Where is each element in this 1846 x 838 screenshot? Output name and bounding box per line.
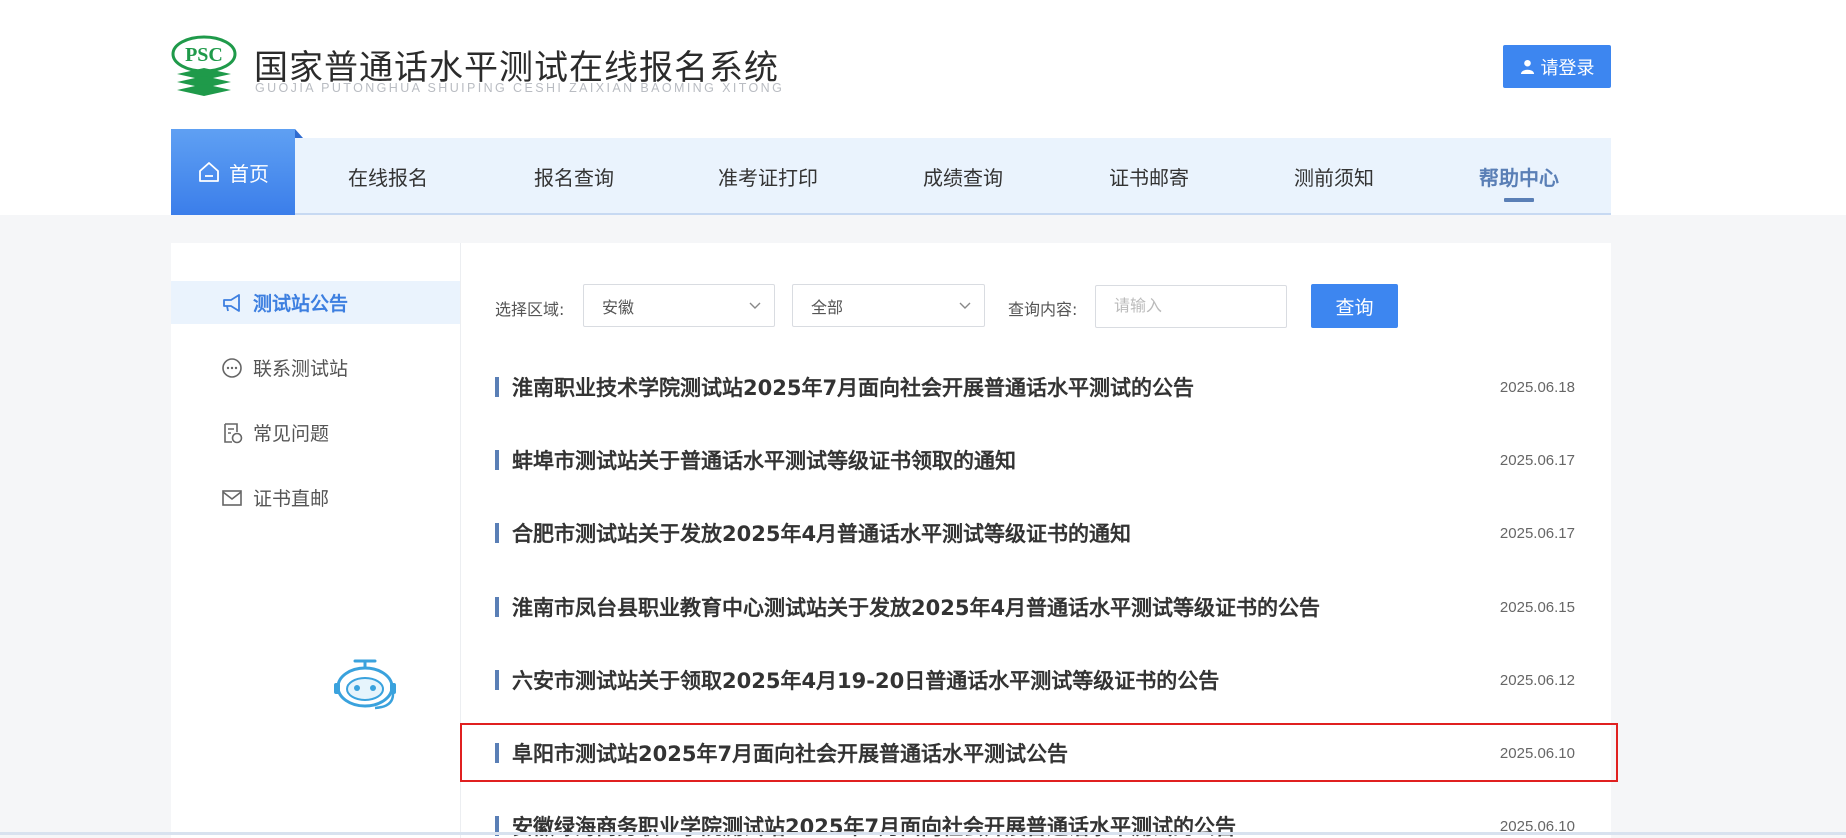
nav-item-online-registration[interactable]: 在线报名 xyxy=(348,138,428,215)
question-document-icon xyxy=(224,422,243,443)
home-icon xyxy=(199,162,219,182)
nav-home[interactable]: 首页 xyxy=(171,129,303,215)
notice-row[interactable]: 六安市测试站关于领取2025年4月19-20日普通话水平测试等级证书的公告 20… xyxy=(495,660,1575,700)
city-select[interactable]: 全部 xyxy=(792,284,985,327)
province-select[interactable]: 安徽 xyxy=(583,284,775,327)
site-logo[interactable]: PSC 国家普通话水平测试在线报名系统 GUOJIA PUTONGHUA SHU… xyxy=(171,34,811,100)
notice-date: 2025.06.18 xyxy=(1499,378,1575,396)
sidebar-item-label: 测试站公告 xyxy=(253,293,349,315)
login-button[interactable]: 请登录 xyxy=(1503,45,1611,88)
help-sidebar: 测试站公告 联系测试站 常见问题 证书直邮 xyxy=(171,243,461,838)
query-button[interactable]: 查询 xyxy=(1311,284,1398,328)
user-icon xyxy=(1520,59,1534,74)
sidebar-item-faq[interactable]: 常见问题 xyxy=(171,411,460,454)
mail-icon xyxy=(222,489,242,506)
nav-home-label: 首页 xyxy=(229,161,269,186)
login-label: 请登录 xyxy=(1540,57,1595,79)
notice-row[interactable]: 蚌埠市测试站关于普通话水平测试等级证书领取的通知 2025.06.17 xyxy=(495,440,1575,480)
notice-title[interactable]: 六安市测试站关于领取2025年4月19-20日普通话水平测试等级证书的公告 xyxy=(512,665,1219,695)
sidebar-item-label: 证书直邮 xyxy=(253,488,330,510)
city-value: 全部 xyxy=(811,297,844,317)
chat-bubble-icon xyxy=(222,357,242,378)
row-marker xyxy=(495,670,499,690)
site-subtitle: GUOJIA PUTONGHUA SHUIPING CESHI ZAIXIAN … xyxy=(255,81,785,95)
chevron-down-icon xyxy=(959,302,971,309)
notice-date: 2025.06.12 xyxy=(1499,671,1575,689)
main-nav: 首页 在线报名 报名查询 准考证打印 成绩查询 证书邮寄 测前须知 帮助中心 xyxy=(171,129,1611,215)
sidebar-item-station-notices[interactable]: 测试站公告 xyxy=(171,281,460,324)
row-marker xyxy=(495,450,499,470)
notice-date: 2025.06.17 xyxy=(1499,524,1575,542)
nav-item-certificate-mail[interactable]: 证书邮寄 xyxy=(1109,138,1189,215)
psc-logo-icon: PSC xyxy=(171,35,237,96)
notice-date: 2025.06.15 xyxy=(1499,598,1575,616)
search-input[interactable] xyxy=(1095,285,1287,328)
province-value: 安徽 xyxy=(602,297,635,317)
notice-title[interactable]: 蚌埠市测试站关于普通话水平测试等级证书领取的通知 xyxy=(512,445,1016,475)
notice-date: 2025.06.17 xyxy=(1499,451,1575,469)
svg-text:PSC: PSC xyxy=(185,44,223,66)
row-marker xyxy=(495,597,499,617)
megaphone-icon xyxy=(223,293,240,312)
nav-active-indicator xyxy=(1504,198,1534,202)
nav-item-help-center[interactable]: 帮助中心 xyxy=(1479,138,1559,215)
chatbot-robot-icon[interactable] xyxy=(333,655,397,713)
sidebar-item-label: 常见问题 xyxy=(253,423,330,445)
row-marker xyxy=(495,377,499,397)
bottom-divider xyxy=(0,832,1846,835)
notice-row[interactable]: 合肥市测试站关于发放2025年4月普通话水平测试等级证书的通知 2025.06.… xyxy=(495,513,1575,553)
query-content-label: 查询内容: xyxy=(1008,300,1078,319)
sidebar-item-contact-station[interactable]: 联系测试站 xyxy=(171,346,460,389)
sidebar-item-certificate-direct-mail[interactable]: 证书直邮 xyxy=(171,476,460,519)
row-marker xyxy=(495,523,499,543)
sidebar-item-label: 联系测试站 xyxy=(253,358,349,380)
notice-title[interactable]: 淮南职业技术学院测试站2025年7月面向社会开展普通话水平测试的公告 xyxy=(512,372,1194,402)
nav-item-score-query[interactable]: 成绩查询 xyxy=(923,138,1003,215)
notice-title[interactable]: 合肥市测试站关于发放2025年4月普通话水平测试等级证书的通知 xyxy=(512,518,1131,548)
notice-title[interactable]: 淮南市凤台县职业教育中心测试站关于发放2025年4月普通话水平测试等级证书的公告 xyxy=(512,592,1320,622)
highlighted-notice-box xyxy=(460,723,1618,782)
chevron-down-icon xyxy=(749,302,761,309)
nav-item-admission-ticket[interactable]: 准考证打印 xyxy=(718,138,818,215)
nav-item-test-notice[interactable]: 测前须知 xyxy=(1294,138,1374,215)
nav-item-registration-query[interactable]: 报名查询 xyxy=(534,138,614,215)
notice-row[interactable]: 淮南职业技术学院测试站2025年7月面向社会开展普通话水平测试的公告 2025.… xyxy=(495,367,1575,407)
notice-row[interactable]: 淮南市凤台县职业教育中心测试站关于发放2025年4月普通话水平测试等级证书的公告… xyxy=(495,587,1575,627)
region-label: 选择区域: xyxy=(495,300,565,319)
